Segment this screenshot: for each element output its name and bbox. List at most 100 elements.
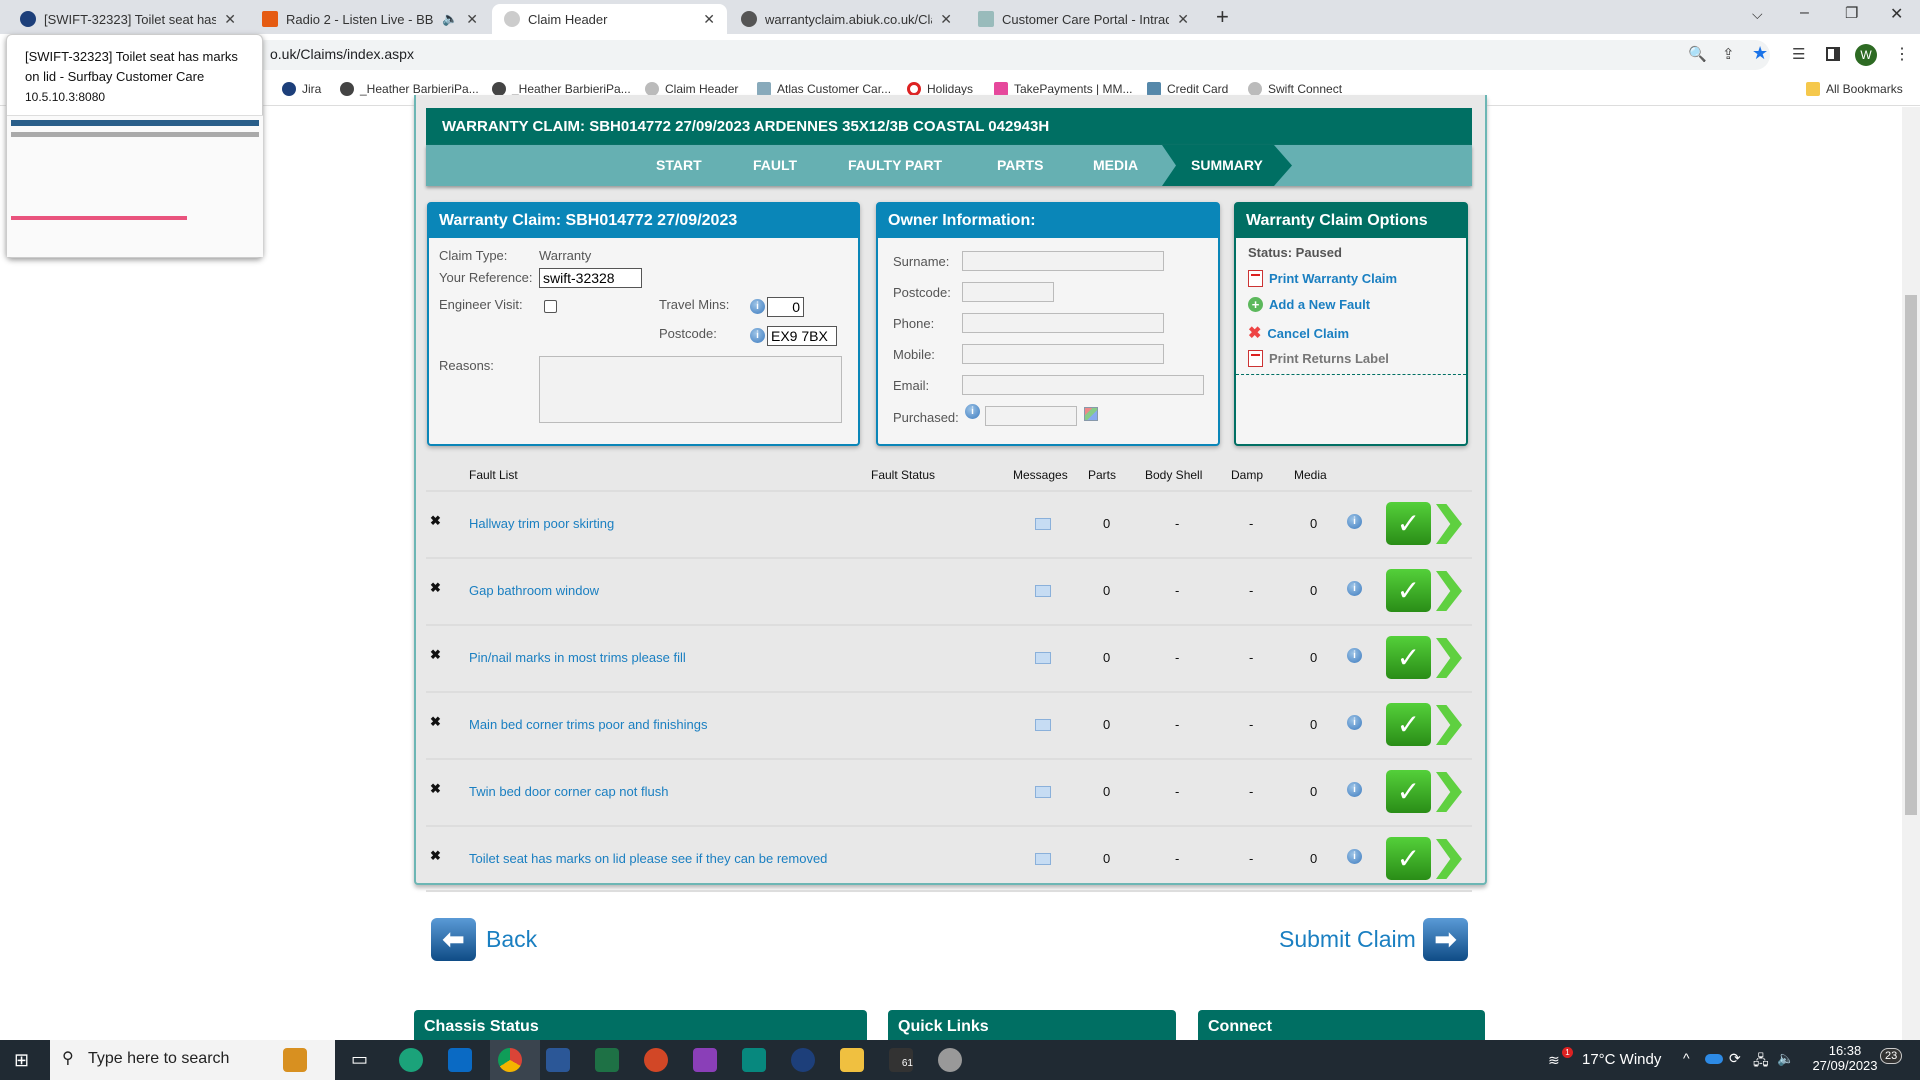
- outlook-icon[interactable]: [448, 1048, 472, 1072]
- owner-postcode-input[interactable]: [962, 282, 1054, 302]
- close-window-button[interactable]: ✕: [1890, 4, 1903, 24]
- back-arrow-button[interactable]: ⬅: [431, 918, 476, 961]
- powerpoint-icon[interactable]: [644, 1048, 668, 1072]
- onenote-icon[interactable]: [693, 1048, 717, 1072]
- submit-claim-link[interactable]: Submit Claim: [1279, 926, 1416, 953]
- info-icon[interactable]: i: [1347, 849, 1362, 864]
- bookmark-credit-card[interactable]: Credit Card: [1147, 82, 1228, 96]
- fault-name-link[interactable]: Pin/nail marks in most trims please fill: [469, 650, 686, 665]
- bookmark-atlas[interactable]: Atlas Customer Car...: [757, 82, 891, 96]
- excel-icon[interactable]: [595, 1048, 619, 1072]
- delete-fault-icon[interactable]: ✖: [430, 714, 441, 730]
- message-envelope-icon[interactable]: [1035, 652, 1051, 664]
- step-parts[interactable]: PARTS: [997, 157, 1043, 173]
- delete-fault-icon[interactable]: ✖: [430, 647, 441, 663]
- open-fault-arrow-button[interactable]: [1436, 839, 1462, 879]
- step-media[interactable]: MEDIA: [1093, 157, 1138, 173]
- bookmark-heather-1[interactable]: _Heather BarbieriPa...: [340, 82, 479, 96]
- approve-check-button[interactable]: ✓: [1386, 770, 1431, 813]
- tab-search-button[interactable]: ⌵: [1752, 6, 1763, 23]
- chrome-icon[interactable]: [498, 1048, 522, 1072]
- weather-icon[interactable]: ≋: [1548, 1052, 1560, 1069]
- delete-fault-icon[interactable]: ✖: [430, 580, 441, 596]
- tab-claim-header[interactable]: Claim Header ✕: [492, 4, 727, 34]
- info-icon[interactable]: i: [750, 299, 765, 314]
- task-view-icon[interactable]: ▭: [351, 1049, 368, 1070]
- speaker-icon[interactable]: 🔈: [442, 11, 458, 27]
- close-tab-icon[interactable]: ✕: [703, 11, 715, 28]
- file-explorer-icon[interactable]: [840, 1048, 864, 1072]
- jira-taskbar-icon[interactable]: [791, 1048, 815, 1072]
- approve-check-button[interactable]: ✓: [1386, 837, 1431, 880]
- side-panel-icon[interactable]: [1826, 47, 1840, 61]
- print-warranty-claim-link[interactable]: Print Warranty Claim: [1248, 270, 1397, 287]
- reasons-textarea[interactable]: [539, 356, 842, 423]
- edge-icon[interactable]: [399, 1048, 423, 1072]
- delete-fault-icon[interactable]: ✖: [430, 848, 441, 864]
- bookmark-jira[interactable]: Jira: [282, 82, 321, 96]
- surname-input[interactable]: [962, 251, 1164, 271]
- postcode-input[interactable]: EX9 7BX: [767, 326, 837, 346]
- reference-input[interactable]: swift-32328: [539, 268, 642, 288]
- scrollbar-thumb[interactable]: [1905, 295, 1917, 815]
- tab-customer-care[interactable]: Customer Care Portal - Intradev S✕: [966, 4, 1201, 34]
- fault-name-link[interactable]: Hallway trim poor skirting: [469, 516, 614, 531]
- step-summary[interactable]: SUMMARY: [1191, 157, 1263, 173]
- fault-name-link[interactable]: Main bed corner trims poor and finishing…: [469, 717, 707, 732]
- share-icon[interactable]: ⇪: [1722, 45, 1735, 63]
- approve-check-button[interactable]: ✓: [1386, 636, 1431, 679]
- calendar-icon[interactable]: [1084, 407, 1098, 421]
- info-icon[interactable]: i: [1347, 715, 1362, 730]
- message-envelope-icon[interactable]: [1035, 585, 1051, 597]
- all-bookmarks[interactable]: All Bookmarks: [1806, 82, 1903, 96]
- update-icon[interactable]: ⟳: [1729, 1050, 1741, 1067]
- close-tab-icon[interactable]: ✕: [466, 11, 478, 28]
- bookmark-holidays[interactable]: Holidays: [907, 82, 973, 96]
- close-tab-icon[interactable]: ✕: [224, 11, 236, 28]
- bookmark-heather-2[interactable]: _Heather BarbieriPa...: [492, 82, 631, 96]
- close-tab-icon[interactable]: ✕: [1177, 11, 1189, 28]
- bookmark-swift-connect[interactable]: Swift Connect: [1248, 82, 1342, 96]
- open-fault-arrow-button[interactable]: [1436, 638, 1462, 678]
- tab-warrantyclaim[interactable]: warrantyclaim.abiuk.co.uk/ClaimS✕: [729, 4, 964, 34]
- app-icon[interactable]: [938, 1048, 962, 1072]
- open-fault-arrow-button[interactable]: [1436, 571, 1462, 611]
- windows-start-icon[interactable]: ⊞: [14, 1050, 29, 1071]
- profile-avatar[interactable]: W: [1855, 44, 1877, 66]
- message-envelope-icon[interactable]: [1035, 719, 1051, 731]
- weather-text[interactable]: 17°C Windy: [1582, 1051, 1661, 1068]
- close-tab-icon[interactable]: ✕: [940, 11, 952, 28]
- approve-check-button[interactable]: ✓: [1386, 502, 1431, 545]
- clock[interactable]: 16:38 27/09/2023: [1805, 1043, 1885, 1073]
- approve-check-button[interactable]: ✓: [1386, 703, 1431, 746]
- bookmark-takepayments[interactable]: TakePayments | MM...: [994, 82, 1132, 96]
- cancel-claim-link[interactable]: ✖ Cancel Claim: [1248, 323, 1349, 343]
- info-icon[interactable]: i: [965, 404, 980, 419]
- media-control-icon[interactable]: ☰: [1792, 45, 1805, 63]
- submit-arrow-button[interactable]: ➡: [1423, 918, 1468, 961]
- open-fault-arrow-button[interactable]: [1436, 705, 1462, 745]
- tab-radio2[interactable]: Radio 2 - Listen Live - BBC Sc🔈✕: [250, 4, 490, 34]
- step-fault[interactable]: FAULT: [753, 157, 797, 173]
- step-faulty-part[interactable]: FAULTY PART: [848, 157, 942, 173]
- message-envelope-icon[interactable]: [1035, 786, 1051, 798]
- briefcase-icon[interactable]: [283, 1048, 307, 1072]
- print-returns-label-link[interactable]: Print Returns Label: [1248, 350, 1389, 367]
- app-icon-61[interactable]: 61: [889, 1048, 913, 1072]
- notification-center[interactable]: 23: [1880, 1048, 1903, 1064]
- fault-name-link[interactable]: Gap bathroom window: [469, 583, 599, 598]
- step-start[interactable]: START: [656, 157, 702, 173]
- word-icon[interactable]: [546, 1048, 570, 1072]
- add-new-fault-link[interactable]: + Add a New Fault: [1248, 297, 1370, 312]
- bookmark-star-icon[interactable]: ★: [1752, 43, 1768, 64]
- travel-mins-input[interactable]: 0: [767, 297, 804, 317]
- show-hidden-icons[interactable]: ^: [1683, 1050, 1690, 1066]
- open-fault-arrow-button[interactable]: [1436, 772, 1462, 812]
- email-input[interactable]: [962, 375, 1204, 395]
- delete-fault-icon[interactable]: ✖: [430, 513, 441, 529]
- volume-icon[interactable]: 🔈: [1777, 1050, 1794, 1067]
- message-envelope-icon[interactable]: [1035, 518, 1051, 530]
- info-icon[interactable]: i: [1347, 514, 1362, 529]
- info-icon[interactable]: i: [1347, 648, 1362, 663]
- back-link[interactable]: Back: [486, 926, 537, 953]
